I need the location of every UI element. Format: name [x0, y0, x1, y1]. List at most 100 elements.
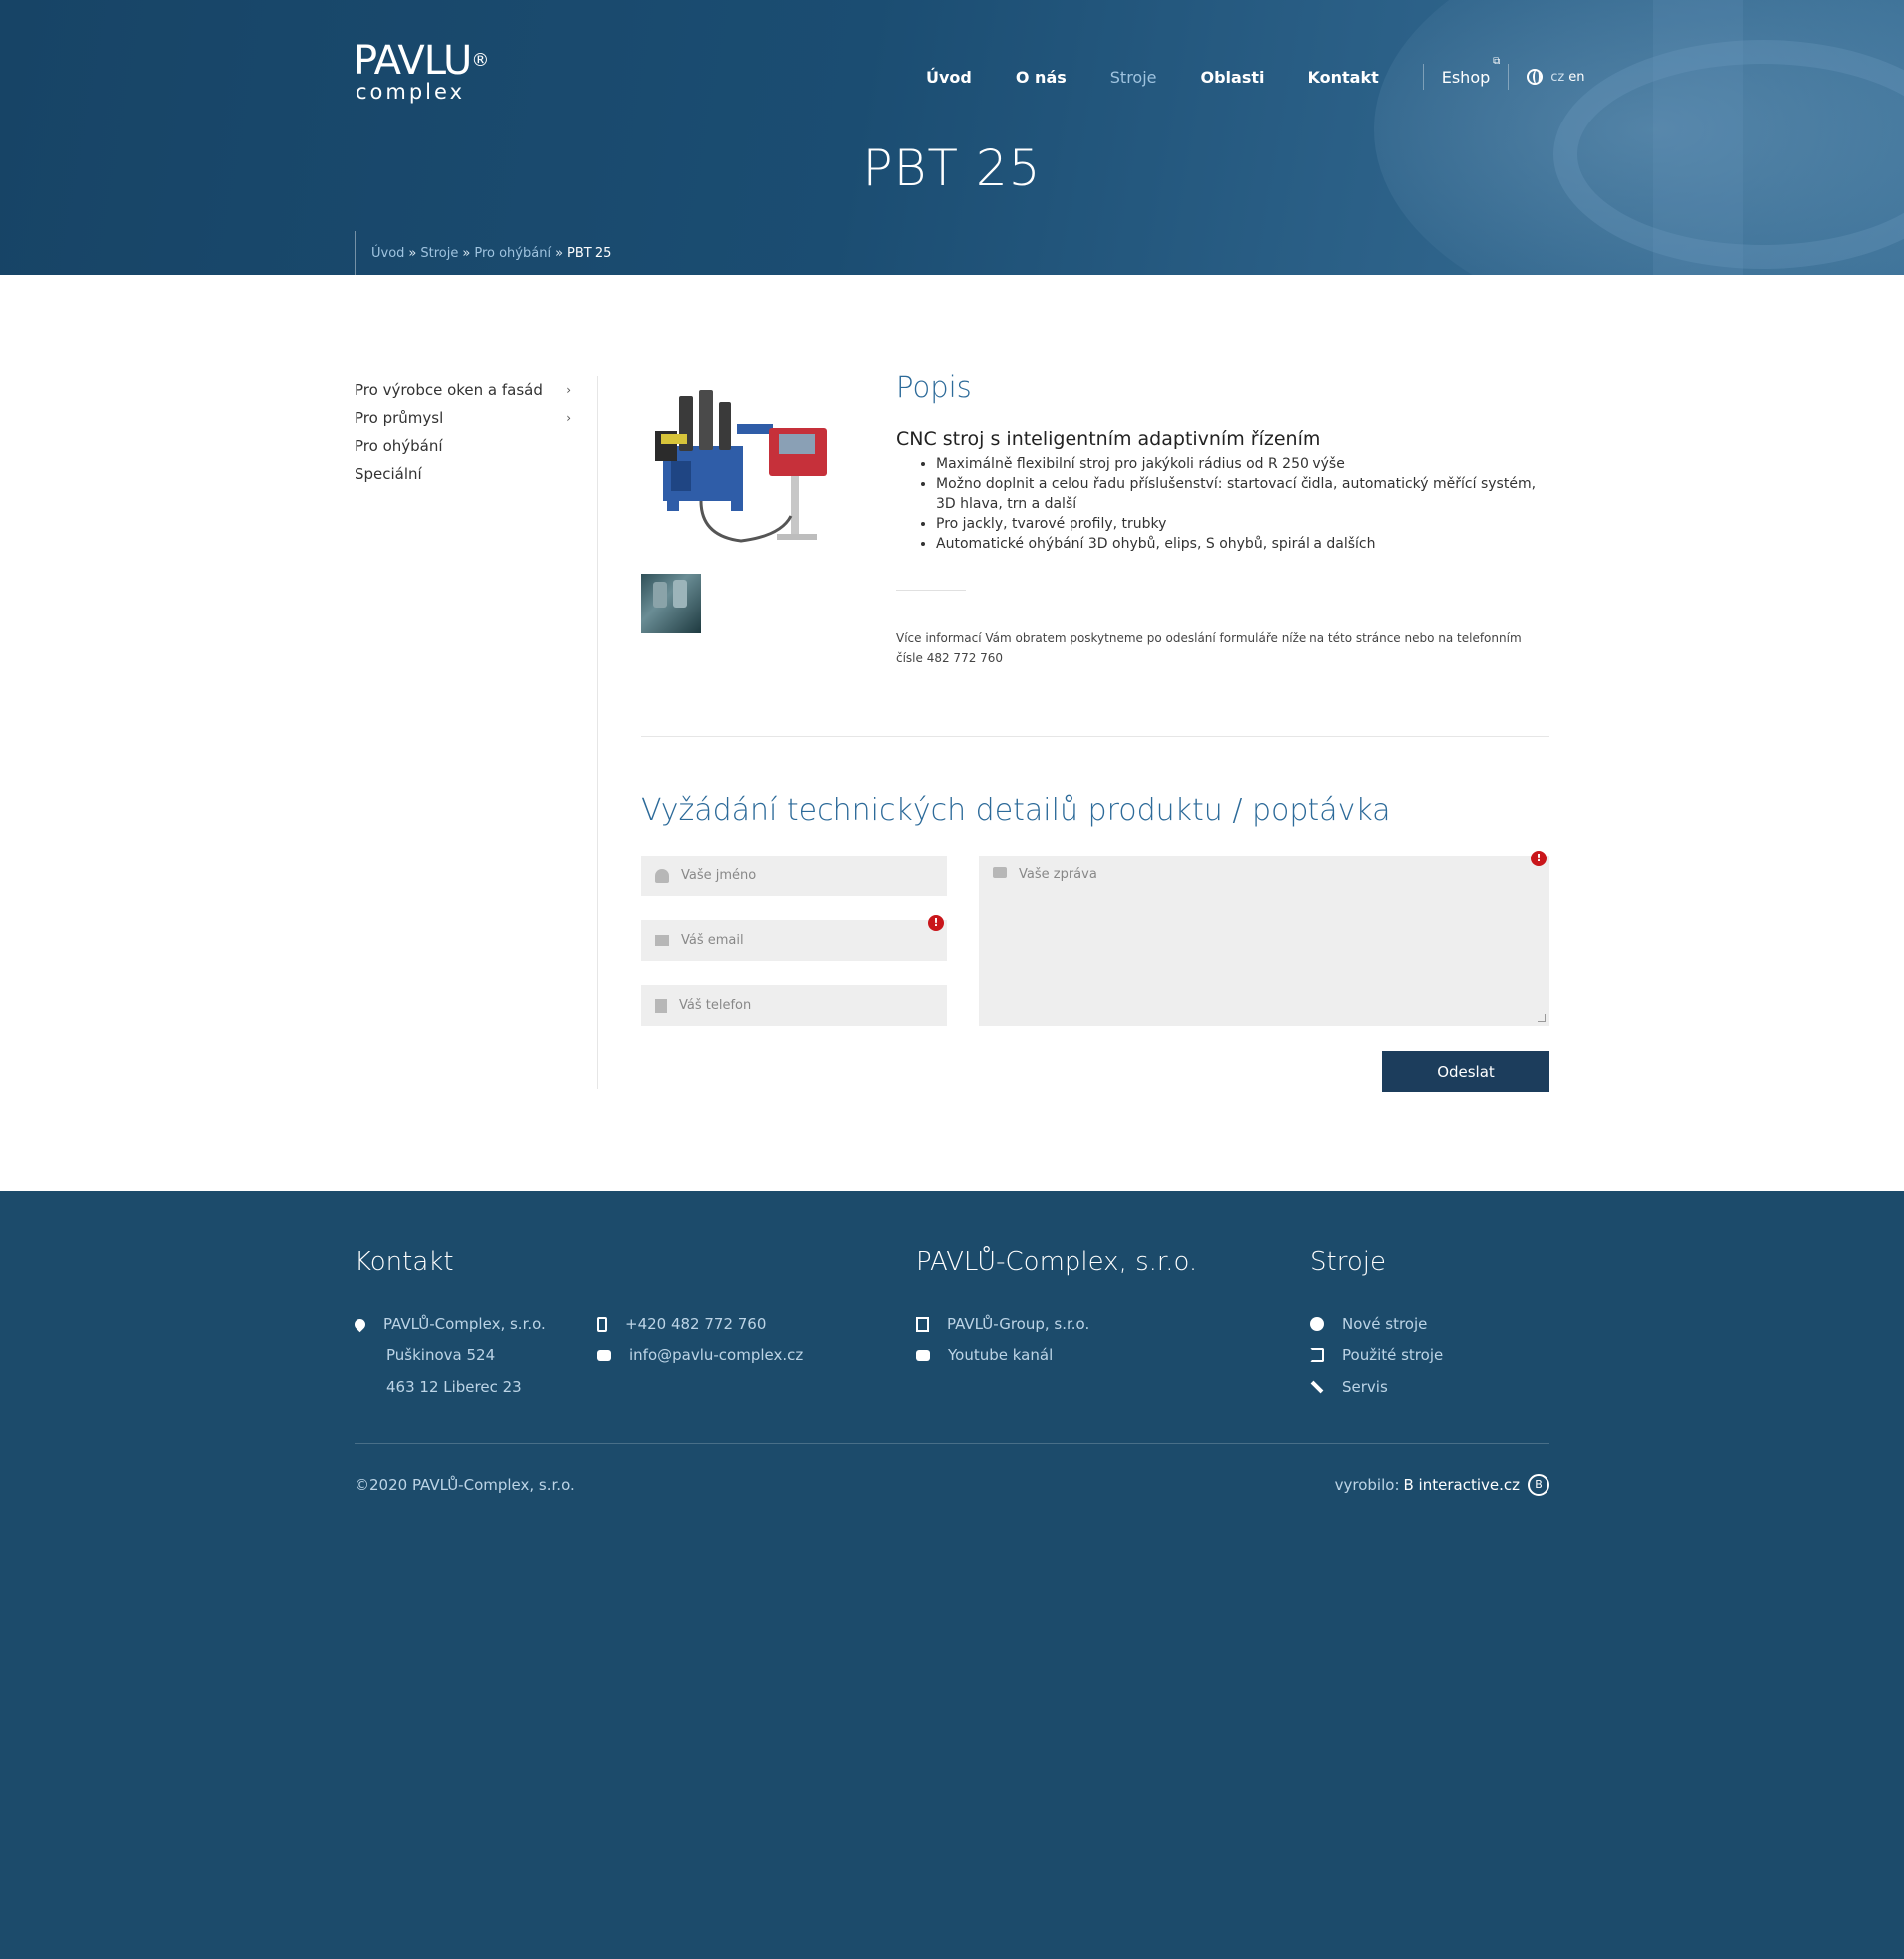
group-link-label: PAVLŮ-Group, s.r.o.	[947, 1315, 1090, 1333]
thumbnail-detail	[673, 580, 687, 608]
footer: Kontakt PAVLŮ-Complex, s.r.o. Puškinova …	[0, 1191, 1904, 1959]
footer-used-machines[interactable]: Použité stroje	[1310, 1347, 1443, 1364]
globe-icon	[1527, 69, 1544, 85]
company-name: PAVLŮ-Complex, s.r.o.	[383, 1315, 546, 1333]
nav-eshop[interactable]: Eshop ⧉	[1441, 56, 1501, 87]
lang-cz[interactable]: cz	[1550, 70, 1564, 85]
feature-item: Automatické ohýbání 3D ohybů, elips, S o…	[936, 534, 1549, 554]
chevron-right-icon: ›	[566, 383, 571, 397]
phone-field[interactable]: Váš telefon	[641, 985, 947, 1026]
hero-background-column	[1653, 0, 1743, 275]
product-image[interactable]	[641, 376, 840, 556]
new-machines-label: Nové stroje	[1342, 1315, 1428, 1333]
envelope-icon	[655, 935, 669, 946]
error-icon: !	[928, 915, 944, 931]
name-field[interactable]: Vaše jméno	[641, 856, 947, 896]
phone-placeholder: Váš telefon	[679, 998, 752, 1013]
footer-divider	[355, 1443, 1549, 1444]
external-link-icon: ⧉	[1493, 55, 1501, 67]
description-heading: Popis	[896, 370, 972, 404]
email-placeholder: Váš email	[681, 933, 744, 948]
sidebar-item-label: Pro výrobce oken a fasád	[355, 381, 543, 399]
breadcrumb-separator: »	[555, 245, 564, 261]
logo[interactable]: PAVLU® complex	[354, 38, 489, 104]
footer-email[interactable]: info@pavlu-complex.cz	[597, 1347, 803, 1364]
footer-youtube-link[interactable]: Youtube kanál	[916, 1347, 1053, 1364]
nav-kontakt[interactable]: Kontakt	[1309, 68, 1379, 87]
footer-machines-heading: Stroje	[1310, 1247, 1386, 1277]
copyright: ©2020 PAVLŮ-Complex, s.r.o.	[355, 1476, 575, 1494]
chat-icon	[993, 867, 1007, 878]
feature-item: Maximálně flexibilní stroj pro jakýkoli …	[936, 454, 1549, 474]
hero-header: PAVLU® complex Úvod O nás Stroje Oblasti…	[0, 0, 1904, 275]
sidebar-item-prumysl[interactable]: Pro průmysl ›	[355, 404, 597, 432]
made-by-brand: B interactive.cz	[1403, 1476, 1521, 1494]
breadcrumb: Úvod » Stroje » Pro ohýbání » PBT 25	[355, 231, 611, 275]
sidebar-item-okna-fasady[interactable]: Pro výrobce oken a fasád ›	[355, 376, 597, 404]
email-field[interactable]: Váš email	[641, 920, 947, 961]
chat-bubble-icon	[597, 1349, 611, 1361]
submit-button[interactable]: Odeslat	[1382, 1051, 1549, 1092]
breadcrumb-stroje[interactable]: Stroje	[420, 246, 458, 261]
footer-city: 463 12 Liberec 23	[386, 1378, 522, 1396]
message-placeholder: Vaše zpráva	[1019, 867, 1097, 882]
logo-registered-mark: ®	[471, 50, 489, 71]
sidebar-item-label: Speciální	[355, 465, 422, 483]
error-icon: !	[1531, 851, 1547, 866]
phone-number: +420 482 772 760	[625, 1315, 767, 1333]
breadcrumb-pro-ohybani[interactable]: Pro ohýbání	[474, 246, 551, 261]
thumbnail-detail	[653, 582, 667, 608]
nav-divider	[1508, 64, 1510, 90]
nav-divider	[1422, 64, 1424, 90]
message-field[interactable]: Vaše zpráva	[979, 856, 1549, 1026]
mobile-phone-icon	[597, 1316, 607, 1332]
product-thumbnail[interactable]	[641, 574, 701, 633]
logo-text: PAVLU	[354, 38, 472, 84]
breadcrumb-uvod[interactable]: Úvod	[371, 246, 404, 261]
chevron-right-icon: ›	[566, 411, 571, 425]
person-icon	[655, 868, 669, 883]
feature-item: Možno doplnit a celou řadu příslušenství…	[936, 474, 1549, 514]
nav-o-nas[interactable]: O nás	[1016, 68, 1067, 87]
sidebar-item-label: Pro průmysl	[355, 409, 444, 427]
sidebar-item-specialni[interactable]: Speciální	[355, 460, 597, 488]
email-address: info@pavlu-complex.cz	[629, 1347, 804, 1364]
footer-service[interactable]: Servis	[1310, 1378, 1388, 1396]
youtube-label: Youtube kanál	[948, 1347, 1054, 1364]
used-machines-label: Použité stroje	[1342, 1347, 1444, 1364]
footer-street: Puškinova 524	[386, 1347, 496, 1364]
made-by[interactable]: vyrobilo: B interactive.cz B	[1335, 1474, 1549, 1496]
main-content: Pro výrobce oken a fasád › Pro průmysl › P…	[0, 275, 1904, 1191]
wrench-icon	[1310, 1380, 1324, 1394]
phone-icon	[655, 998, 667, 1013]
form-title: Vyžádání technických detailů produktu / …	[641, 793, 1391, 828]
map-pin-icon	[352, 1316, 368, 1332]
circle-icon	[1310, 1317, 1324, 1331]
resize-handle[interactable]	[1538, 1014, 1546, 1022]
footer-new-machines[interactable]: Nové stroje	[1310, 1315, 1427, 1333]
breadcrumb-current: PBT 25	[567, 245, 612, 261]
nav-stroje[interactable]: Stroje	[1110, 68, 1157, 87]
product-description: Popis CNC stroj s inteligentním adaptivn…	[896, 370, 1549, 668]
divider	[896, 590, 966, 591]
logo-subtext: complex	[356, 80, 465, 104]
b-interactive-logo-icon: B	[1528, 1474, 1549, 1496]
feature-item: Pro jackly, tvarové profily, trubky	[936, 514, 1549, 534]
footer-group-link[interactable]: PAVLŮ-Group, s.r.o.	[916, 1315, 1089, 1333]
lang-en[interactable]: en	[1568, 70, 1584, 85]
footer-contact-heading: Kontakt	[355, 1247, 454, 1277]
footer-company: PAVLŮ-Complex, s.r.o.	[352, 1315, 546, 1333]
recycle-icon	[1310, 1348, 1324, 1362]
nav-uvod[interactable]: Úvod	[926, 68, 972, 87]
breadcrumb-separator: »	[408, 245, 417, 261]
sidebar-item-label: Pro ohýbání	[355, 437, 443, 455]
footer-company-heading: PAVLŮ-Complex, s.r.o.	[916, 1247, 1198, 1277]
sidebar-item-ohybani[interactable]: Pro ohýbání	[355, 432, 597, 460]
nav-oblasti[interactable]: Oblasti	[1201, 68, 1265, 87]
divider	[641, 736, 1549, 737]
building-icon	[916, 1316, 929, 1332]
youtube-icon	[916, 1349, 930, 1361]
feature-list: Maximálně flexibilní stroj pro jakýkoli …	[896, 454, 1549, 554]
footer-phone[interactable]: +420 482 772 760	[597, 1315, 766, 1333]
eshop-label: Eshop	[1441, 67, 1491, 87]
